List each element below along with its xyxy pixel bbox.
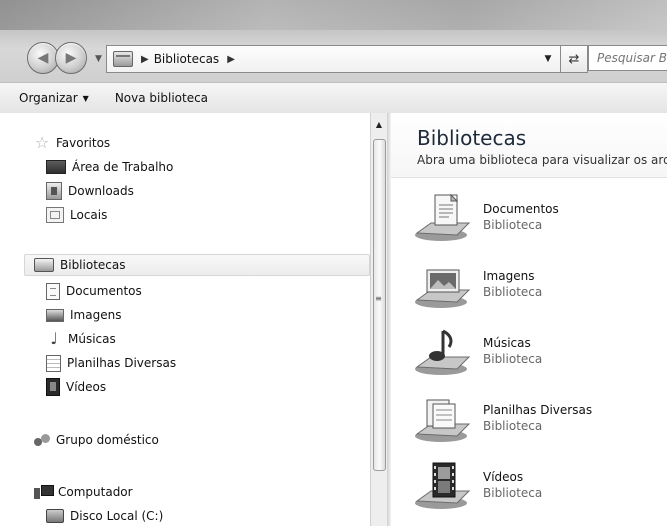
library-header: Bibliotecas Abra uma biblioteca para vis… — [391, 113, 667, 178]
nav-downloads[interactable]: Downloads — [46, 180, 134, 202]
nav-places[interactable]: Locais — [46, 204, 107, 226]
command-bar: Organizar ▼ Nova biblioteca — [0, 82, 667, 114]
nav-computer-label: Computador — [58, 485, 133, 499]
nav-libraries-label: Bibliotecas — [60, 258, 126, 272]
nav-pictures-label: Imagens — [70, 308, 122, 322]
breadcrumb-arrow-icon[interactable]: ▶ — [227, 54, 235, 65]
library-item-videos[interactable]: Vídeos Biblioteca — [413, 461, 667, 517]
library-name: Imagens — [483, 269, 535, 283]
library-name: Planilhas Diversas — [483, 403, 593, 417]
address-dropdown-button[interactable]: ▼ — [536, 45, 561, 73]
nav-documents-label: Documentos — [66, 284, 142, 298]
documents-library-icon — [413, 193, 473, 243]
library-item-documents[interactable]: Documentos Biblioteca — [413, 193, 667, 249]
libraries-icon — [34, 258, 54, 272]
nav-desktop[interactable]: Área de Trabalho — [46, 156, 173, 178]
search-box[interactable] — [588, 45, 667, 71]
scroll-up-arrow-icon[interactable]: ▲ — [371, 118, 387, 132]
videos-library-icon — [413, 461, 473, 511]
new-library-button[interactable]: Nova biblioteca — [115, 91, 208, 105]
page-title: Bibliotecas — [417, 126, 527, 150]
library-type: Biblioteca — [483, 218, 543, 232]
breadcrumb-bibliotecas[interactable]: Bibliotecas — [154, 52, 219, 66]
content-pane: Bibliotecas Abra uma biblioteca para vis… — [391, 113, 667, 526]
refresh-icon: ⇄ — [568, 51, 580, 67]
scrollbar-thumb[interactable] — [373, 139, 386, 471]
organize-label: Organizar — [19, 91, 78, 105]
nav-music[interactable]: ♩ Músicas — [46, 328, 116, 350]
music-library-icon — [413, 327, 473, 377]
forward-button[interactable]: ▶ — [55, 42, 87, 74]
library-name: Documentos — [483, 202, 559, 216]
downloads-icon — [46, 182, 62, 200]
homegroup-icon — [34, 433, 50, 447]
spreadsheets-library-icon — [413, 394, 473, 444]
libraries-icon — [113, 51, 133, 67]
nav-videos[interactable]: Vídeos — [46, 376, 106, 398]
spreadsheet-icon — [46, 354, 61, 372]
library-name: Músicas — [483, 336, 531, 350]
breadcrumb-arrow-icon[interactable]: ▶ — [141, 54, 149, 65]
nav-favorites-label: Favoritos — [56, 136, 111, 150]
library-type: Biblioteca — [483, 285, 543, 299]
library-name: Vídeos — [483, 470, 524, 484]
document-icon — [46, 282, 60, 300]
page-subtitle: Abra uma biblioteca para visualizar os a… — [417, 153, 667, 167]
refresh-button[interactable]: ⇄ — [560, 45, 588, 73]
explorer-window: ◀ ▶ ▼ ▶ Bibliotecas ▶ ▼ ⇄ Organizar ▼ Nov… — [0, 0, 667, 526]
nav-desktop-label: Área de Trabalho — [72, 160, 174, 174]
nav-local-disk-label: Disco Local (C:) — [70, 509, 164, 523]
nav-music-label: Músicas — [68, 332, 116, 346]
navigation-pane-scrollbar[interactable]: ▲ ≡ — [370, 113, 387, 526]
star-icon: ☆ — [34, 133, 50, 152]
nav-videos-label: Vídeos — [66, 380, 107, 394]
video-icon — [46, 378, 60, 396]
navigation-buttons: ◀ ▶ — [27, 42, 97, 76]
chevron-down-icon: ▼ — [82, 94, 89, 103]
hard-disk-icon — [46, 509, 64, 523]
nav-downloads-label: Downloads — [68, 184, 134, 198]
nav-spreadsheets-label: Planilhas Diversas — [67, 356, 177, 370]
library-item-spreadsheets[interactable]: Planilhas Diversas Biblioteca — [413, 394, 667, 450]
library-item-pictures[interactable]: Imagens Biblioteca — [413, 260, 667, 316]
title-bar: ◀ ▶ ▼ ▶ Bibliotecas ▶ ▼ ⇄ — [0, 0, 667, 82]
music-note-icon: ♩ — [50, 329, 58, 348]
library-type: Biblioteca — [483, 419, 543, 433]
nav-homegroup[interactable]: Grupo doméstico — [34, 429, 159, 451]
library-item-music[interactable]: Músicas Biblioteca — [413, 327, 667, 383]
address-bar[interactable]: ▶ Bibliotecas ▶ — [106, 45, 537, 73]
recent-pages-dropdown[interactable]: ▼ — [95, 54, 102, 64]
search-input[interactable] — [595, 50, 667, 66]
scrollbar-grip-icon: ≡ — [375, 294, 382, 303]
forward-arrow-icon: ▶ — [65, 50, 77, 66]
pictures-library-icon — [413, 260, 473, 310]
nav-local-disk[interactable]: Disco Local (C:) — [46, 505, 163, 526]
nav-libraries[interactable]: Bibliotecas — [24, 254, 370, 276]
chevron-down-icon: ▼ — [544, 54, 552, 64]
nav-places-label: Locais — [70, 208, 108, 222]
nav-computer[interactable]: Computador — [34, 481, 133, 503]
organize-menu-button[interactable]: Organizar ▼ — [19, 91, 89, 105]
nav-spreadsheets[interactable]: Planilhas Diversas — [46, 352, 176, 374]
nav-favorites[interactable]: ☆ Favoritos — [34, 132, 110, 154]
picture-icon — [46, 308, 64, 322]
desktop-icon — [46, 160, 66, 174]
back-arrow-icon: ◀ — [37, 50, 49, 66]
nav-pictures[interactable]: Imagens — [46, 304, 121, 326]
computer-icon — [34, 485, 54, 499]
library-type: Biblioteca — [483, 352, 543, 366]
library-type: Biblioteca — [483, 486, 543, 500]
recent-places-icon — [46, 207, 64, 223]
nav-documents[interactable]: Documentos — [46, 280, 142, 302]
nav-homegroup-label: Grupo doméstico — [56, 433, 159, 447]
